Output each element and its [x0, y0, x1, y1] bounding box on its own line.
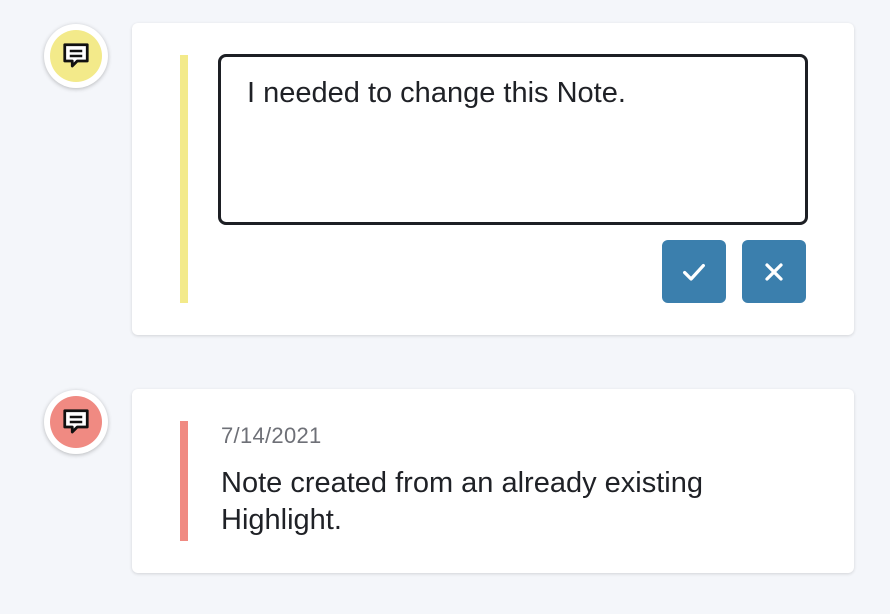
note-text: Note created from an already existing Hi…: [221, 467, 703, 536]
comment-icon: [63, 43, 89, 68]
note-card[interactable]: 7/14/2021 Note created from an already e…: [132, 389, 854, 573]
note-edit-input[interactable]: I needed to change this Note.: [218, 54, 808, 225]
check-icon: [683, 263, 705, 281]
save-button[interactable]: [662, 240, 726, 303]
note-card-editing: I needed to change this Note.: [132, 23, 854, 335]
cancel-button[interactable]: [742, 240, 806, 303]
note-date: 7/14/2021: [221, 423, 322, 448]
note-avatar: [44, 24, 108, 88]
note-avatar: [44, 390, 108, 454]
close-icon: [765, 262, 783, 281]
note-accent-bar: [180, 55, 188, 303]
notes-panel: I needed to change this Note. 7/14/2021 …: [0, 0, 890, 614]
note-avatar-disc: [50, 396, 102, 448]
note-avatar-disc: [50, 30, 102, 82]
note-accent-bar: [180, 421, 188, 541]
comment-icon: [63, 409, 89, 434]
